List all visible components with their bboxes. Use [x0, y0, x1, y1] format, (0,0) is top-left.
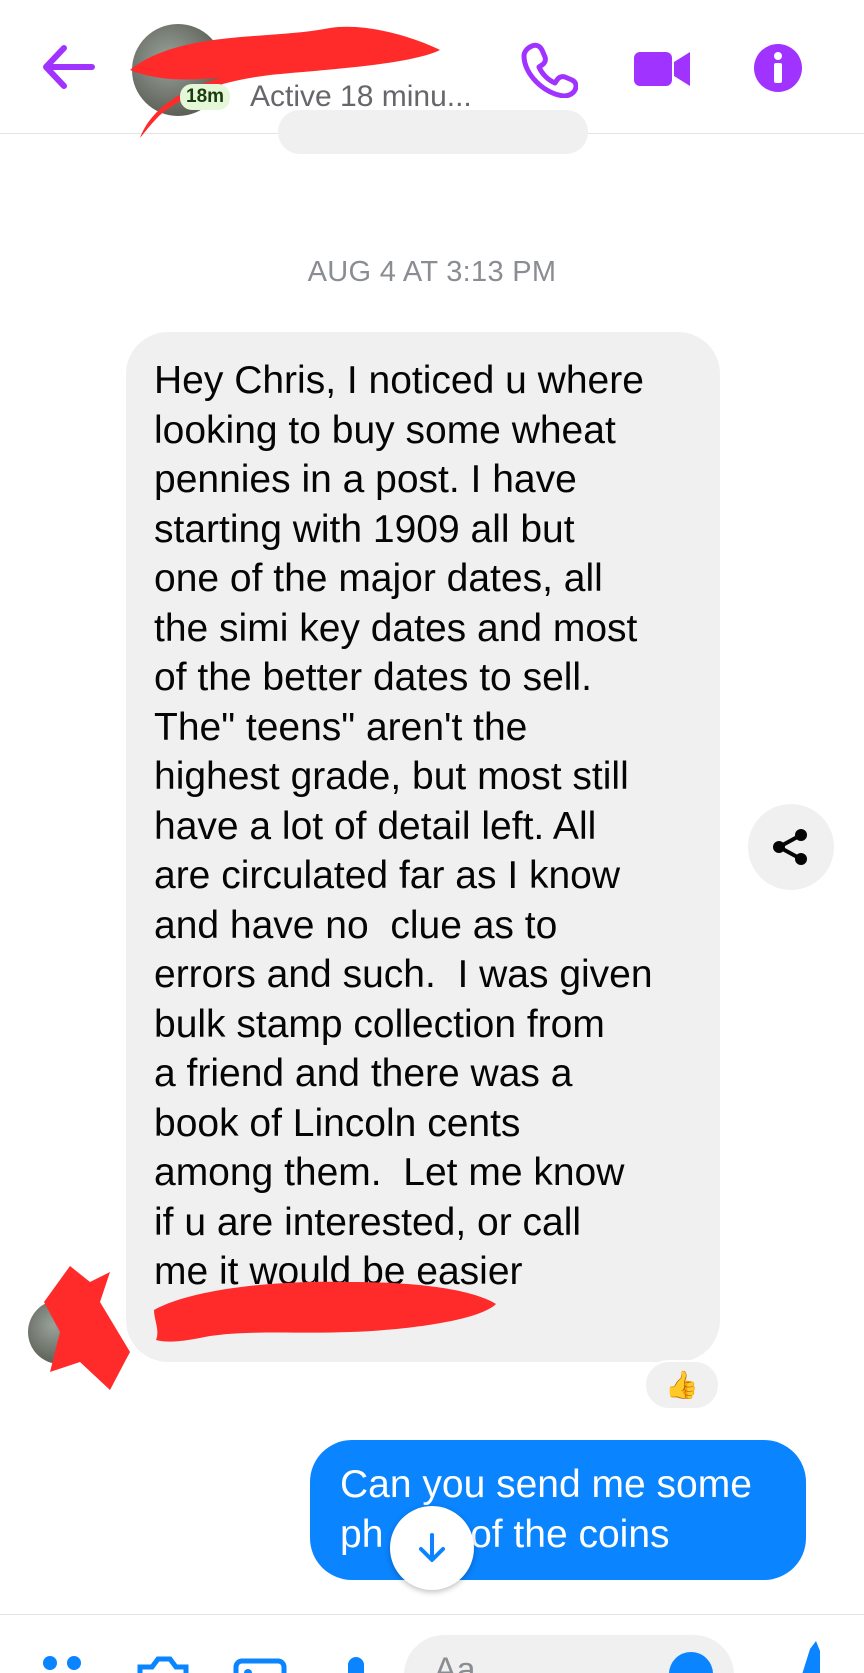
- back-arrow-icon[interactable]: [40, 44, 96, 90]
- message-input[interactable]: Aa: [404, 1635, 734, 1673]
- avatar-redaction-scribble: [44, 1266, 130, 1390]
- emoji-icon[interactable]: [666, 1649, 716, 1673]
- phone-icon[interactable]: [518, 38, 578, 98]
- share-icon: [773, 829, 807, 865]
- active-time-badge: 18m: [180, 84, 231, 110]
- menu-icon[interactable]: [40, 1653, 90, 1673]
- arrow-down-icon: [419, 1533, 445, 1562]
- thumbs-up-icon: 👍: [665, 1370, 699, 1400]
- like-icon[interactable]: [790, 1641, 840, 1673]
- message-input-placeholder: Aa: [434, 1651, 476, 1673]
- share-button[interactable]: [748, 804, 834, 890]
- info-icon[interactable]: [748, 38, 808, 98]
- outgoing-message-bubble[interactable]: Can you send me some ph of the coins: [310, 1440, 806, 1580]
- mic-icon[interactable]: [336, 1653, 376, 1673]
- scroll-to-bottom-button[interactable]: [390, 1506, 474, 1590]
- incoming-message-bubble[interactable]: Hey Chris, I noticed u where looking to …: [126, 332, 720, 1362]
- video-icon[interactable]: [632, 38, 692, 98]
- message-reaction[interactable]: 👍: [644, 1360, 720, 1410]
- message-composer: Aa: [0, 1614, 864, 1673]
- message-timestamp: AUG 4 AT 3:13 PM: [307, 256, 557, 288]
- incoming-message-text: Hey Chris, I noticed u where looking to …: [154, 359, 653, 1293]
- image-icon[interactable]: [232, 1653, 288, 1673]
- previous-item-pill: [278, 110, 588, 154]
- active-status: Active 18 minu...: [250, 80, 472, 113]
- signature-redaction-scribble: [154, 1281, 496, 1342]
- camera-icon[interactable]: [132, 1653, 192, 1673]
